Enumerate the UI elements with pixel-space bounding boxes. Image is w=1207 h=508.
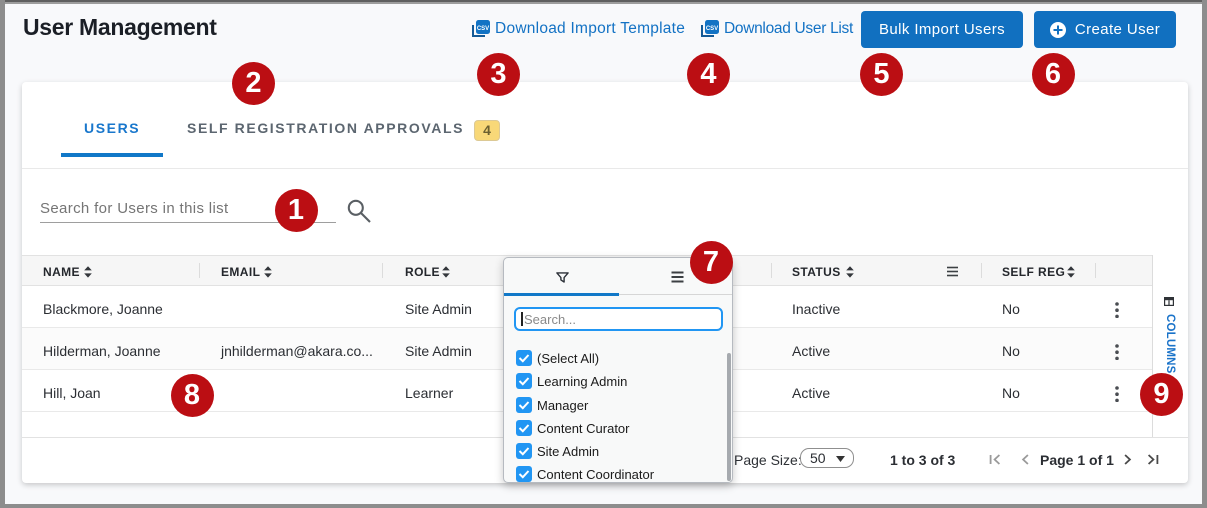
svg-text:CSV: CSV [477,26,489,32]
svg-text:CSV: CSV [706,26,718,32]
